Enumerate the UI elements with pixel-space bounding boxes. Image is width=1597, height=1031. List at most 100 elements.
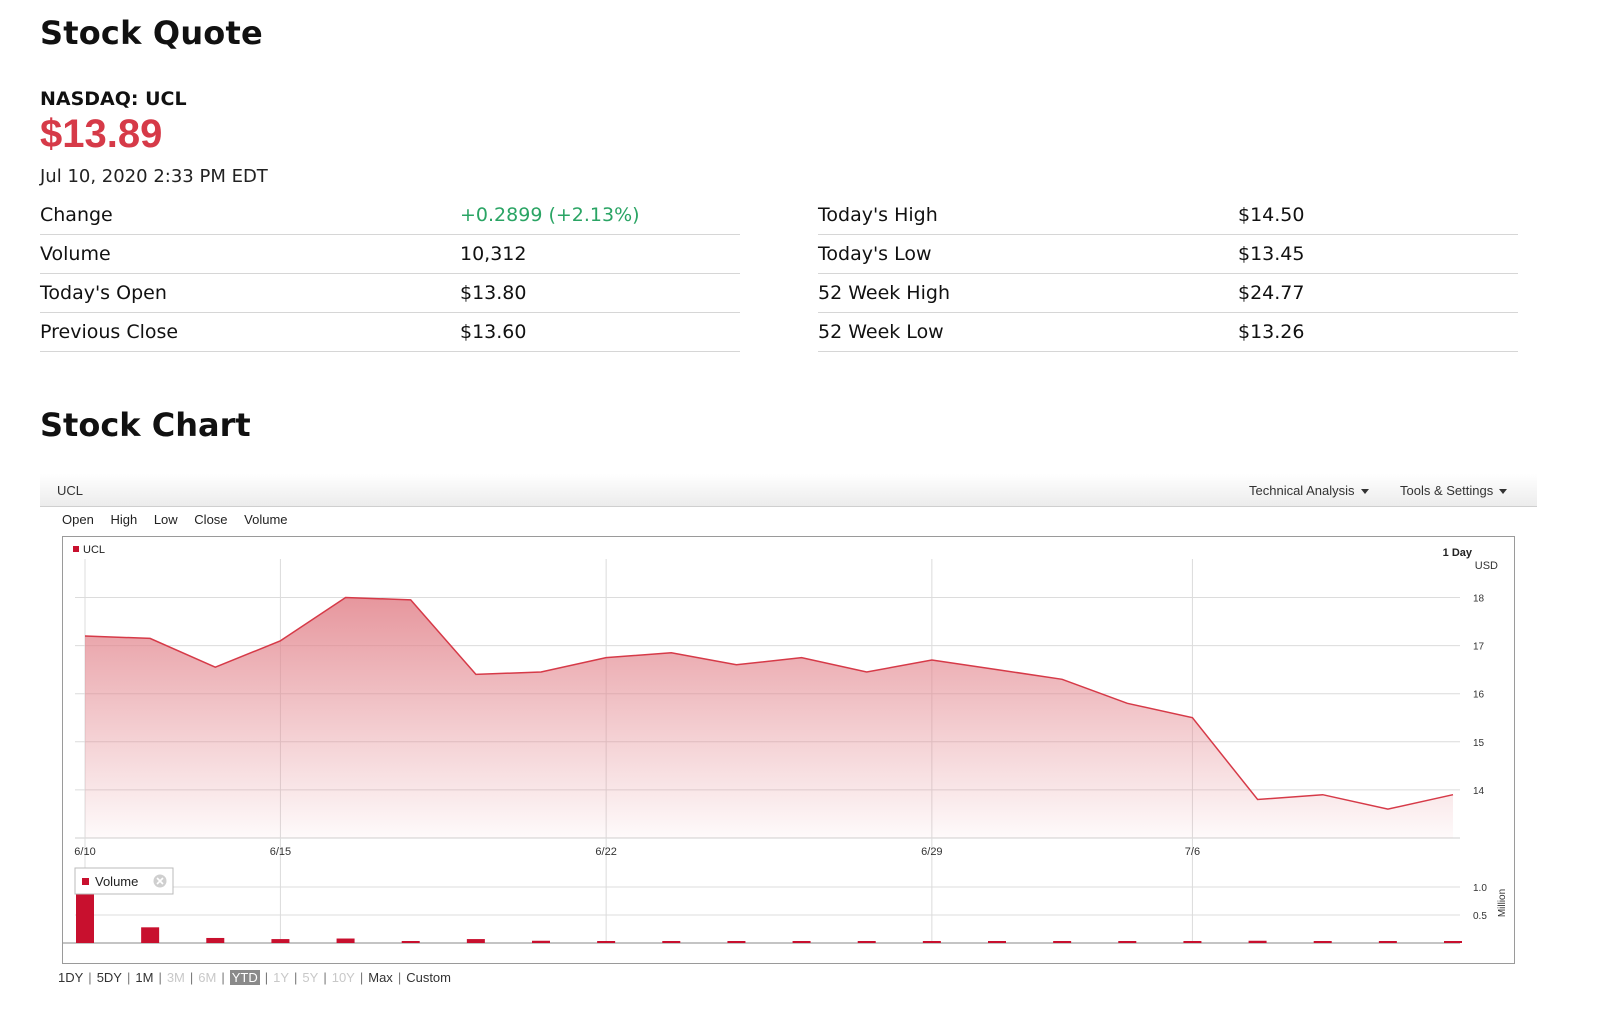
y-tick-label: 16 [1473,690,1485,701]
volume-bar [857,941,876,943]
range-5y: 5Y [302,970,319,985]
field-close[interactable]: Close [194,512,227,527]
range-6m: 6M [198,970,217,985]
range-separator: | [189,970,194,985]
52w-high-value: $24.77 [1238,282,1305,304]
prev-close-value: $13.60 [460,321,527,343]
quote-label: Previous Close [40,321,179,343]
volume-bar [532,940,550,943]
volume-bar [1444,941,1462,943]
quote-row-prev-close: Previous Close $13.60 [40,313,740,352]
quote-row-change: Change +0.2899 (+2.13%) [40,196,740,235]
y-tick-label: 14 [1473,786,1485,797]
quote-label: Today's High [818,204,938,226]
change-value: +0.2899 (+2.13%) [460,204,640,226]
quote-table-right: Today's High $14.50 Today's Low $13.45 5… [818,196,1518,352]
quote-label: Today's Low [818,243,932,265]
volume-bar [662,941,681,943]
quote-row-open: Today's Open $13.80 [40,274,740,313]
range-5dy[interactable]: 5DY [97,970,122,985]
range-1y: 1Y [273,970,290,985]
quote-label: Change [40,204,113,226]
quote-table-left: Change +0.2899 (+2.13%) Volume 10,312 To… [40,196,740,352]
quote-label: Today's Open [40,282,167,304]
ticker-symbol: NASDAQ: UCL [40,88,187,110]
volume-bar [988,941,1006,943]
volume-bar [76,889,94,943]
range-custom[interactable]: Custom [406,970,451,985]
technical-analysis-menu[interactable]: Technical Analysis [1249,483,1369,498]
range-separator: | [126,970,131,985]
quote-row-low: Today's Low $13.45 [818,235,1518,274]
range-separator: | [397,970,402,985]
x-tick-label: 6/22 [595,846,616,858]
52w-low-value: $13.26 [1238,321,1305,343]
volume-legend-swatch [82,878,89,885]
range-1m[interactable]: 1M [135,970,153,985]
caret-down-icon [1360,489,1369,495]
close-icon[interactable] [153,874,167,888]
stock-chart-svg: 14151617186/10 6/15 6/22 6/29 7/61.00.5 UCL … [63,544,1508,944]
range-selector: 1DY | 5DY | 1M | 3M | 6M | YTD | 1Y | 5Y | 10Y | Max | Custo… [58,970,451,985]
open-value: $13.80 [460,282,527,304]
volume-bar [1053,941,1072,943]
legend-swatch [73,546,79,552]
range-3m: 3M [166,970,185,985]
quote-row-high: Today's High $14.50 [818,196,1518,235]
page: Stock Quote NASDAQ: UCL $13.89 Jul 10, 2… [0,0,1597,1031]
range-separator: | [359,970,364,985]
low-value: $13.45 [1238,243,1305,265]
y-tick-label: 15 [1473,738,1485,749]
chart-toolbar: UCL Technical Analysis Tools & Settings [40,474,1537,507]
y-tick-label: 17 [1473,642,1485,653]
current-price: $13.89 [40,112,163,156]
chart-symbol: UCL [57,483,84,498]
volume-unit-label: Million [1497,889,1508,917]
quote-label: Volume [40,243,111,265]
legend-ucl: UCL [83,544,105,556]
menu-label: Tools & Settings [1400,483,1494,498]
quote-timestamp: Jul 10, 2020 2:33 PM EDT [40,166,268,187]
range-separator: | [264,970,269,985]
tools-settings-menu[interactable]: Tools & Settings [1400,483,1508,498]
range-max[interactable]: Max [368,970,393,985]
range-1dy[interactable]: 1DY [58,970,83,985]
field-open[interactable]: Open [62,512,94,527]
volume-legend-label: Volume [95,874,138,889]
menu-label: Technical Analysis [1249,483,1355,498]
field-low[interactable]: Low [154,512,178,527]
caret-down-icon [1499,489,1508,495]
volume-bar [141,927,160,943]
range-separator: | [294,970,298,985]
quote-row-volume: Volume 10,312 [40,235,740,274]
y-tick-label: 18 [1473,593,1485,604]
volume-legend[interactable]: Volume [74,867,174,895]
x-tick-label: 6/10 [74,846,95,858]
x-tick-label: 6/29 [921,846,942,858]
stock-chart-title: Stock Chart [40,406,251,444]
range-separator: | [323,970,327,985]
quote-label: 52 Week High [818,282,950,304]
currency-label: USD [1475,560,1498,572]
volume-bar [792,941,811,943]
volume-value: 10,312 [460,243,527,265]
field-high[interactable]: High [110,512,137,527]
range-separator: | [88,970,92,985]
x-tick-label: 7/6 [1185,846,1200,858]
volume-bar [1378,941,1397,943]
interval-label: 1 Day [1443,547,1473,559]
range-ytd[interactable]: YTD [229,970,260,985]
high-value: $14.50 [1238,204,1305,226]
field-volume[interactable]: Volume [244,512,287,527]
volume-bar [336,938,355,943]
volume-bar [1248,940,1267,943]
x-tick-label: 6/15 [270,846,291,858]
stock-quote-title: Stock Quote [40,14,263,52]
quote-row-52w-low: 52 Week Low $13.26 [818,313,1518,352]
quote-row-52w-high: 52 Week High $24.77 [818,274,1518,313]
volume-bar [1118,941,1137,943]
volume-bar [597,941,616,943]
volume-tick-label: 0.5 [1473,911,1487,922]
volume-bar [466,939,485,943]
volume-bar [401,941,420,943]
